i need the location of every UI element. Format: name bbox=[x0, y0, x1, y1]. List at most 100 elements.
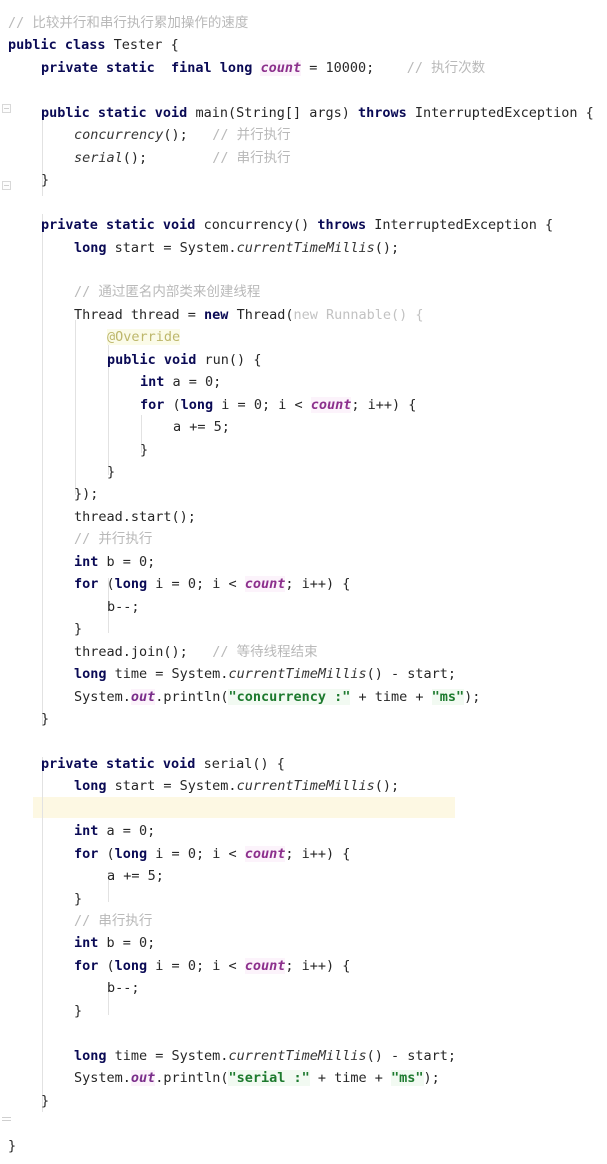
code-line[interactable]: long time = System.currentTimeMillis() -… bbox=[0, 1045, 456, 1067]
code-token-plain: ; bbox=[147, 935, 156, 952]
code-surface[interactable]: // 比较并行和串行执行累加操作的速度 public class Tester {… bbox=[0, 0, 607, 1164]
code-token-kw: private static void bbox=[41, 755, 204, 772]
code-token-kw: long bbox=[114, 576, 156, 593]
code-token-mth: serial bbox=[74, 149, 123, 166]
code-line[interactable] bbox=[0, 259, 8, 281]
code-token-fld: count bbox=[310, 396, 352, 413]
code-token-plain: concurrency() bbox=[203, 217, 318, 234]
code-line[interactable]: b--; bbox=[0, 977, 140, 999]
code-token-ann: @Override bbox=[107, 329, 181, 346]
code-line[interactable]: int a = 0; bbox=[0, 371, 221, 393]
code-token-plain: } bbox=[74, 1002, 83, 1019]
code-line[interactable]: System.out.println("serial :" + time + "… bbox=[0, 1067, 440, 1089]
code-token-num: 0 bbox=[139, 553, 148, 570]
code-token-plain: a = bbox=[172, 374, 206, 391]
code-line[interactable]: public void run() { bbox=[0, 349, 261, 371]
code-token-plain: ; i < bbox=[195, 845, 245, 862]
code-line[interactable]: public static void main(String[] args) t… bbox=[0, 102, 594, 124]
code-token-kw: throws bbox=[317, 217, 375, 234]
code-line[interactable]: long start = System.currentTimeMillis(); bbox=[0, 775, 399, 797]
code-token-plain: i = bbox=[155, 576, 188, 593]
code-token-plain: ; bbox=[366, 59, 407, 76]
code-token-plain: } bbox=[8, 1137, 17, 1154]
code-line[interactable]: private static void concurrency() throws… bbox=[0, 214, 553, 236]
code-token-plain: ; bbox=[147, 823, 156, 840]
code-line[interactable]: } bbox=[0, 618, 82, 640]
code-line[interactable]: } bbox=[0, 1090, 49, 1112]
code-line[interactable]: } bbox=[0, 1135, 16, 1157]
code-token-fld: count bbox=[260, 59, 302, 76]
code-token-plain: }); bbox=[74, 486, 99, 503]
code-token-kw: private static void bbox=[41, 217, 204, 234]
code-token-plain: a = bbox=[106, 823, 140, 840]
code-line[interactable] bbox=[0, 192, 8, 214]
code-token-cmt: // 串行执行 bbox=[212, 149, 291, 166]
code-line[interactable]: for (long i = 0; i < count; i++) { bbox=[0, 955, 350, 977]
code-line[interactable]: a += 5; bbox=[0, 416, 230, 438]
code-token-plain: (); bbox=[122, 149, 213, 166]
code-line[interactable]: private static void serial() { bbox=[0, 753, 285, 775]
code-token-plain: .println( bbox=[155, 688, 229, 705]
code-line[interactable]: } bbox=[0, 461, 115, 483]
code-line[interactable]: for (long i = 0; i < count; i++) { bbox=[0, 394, 416, 416]
code-token-plain: i = bbox=[155, 845, 188, 862]
code-line[interactable]: private static final long count = 10000;… bbox=[0, 57, 485, 79]
code-token-num: 0 bbox=[187, 576, 196, 593]
code-token-num: 0 bbox=[187, 957, 196, 974]
code-line[interactable]: long start = System.currentTimeMillis(); bbox=[0, 237, 399, 259]
code-token-plain: join bbox=[130, 643, 164, 660]
code-token-kw: for bbox=[74, 957, 107, 974]
code-token-plain: ; i < bbox=[195, 957, 245, 974]
code-line[interactable]: } bbox=[0, 169, 49, 191]
code-token-plain: } bbox=[74, 621, 83, 638]
code-line[interactable]: serial(); // 串行执行 bbox=[0, 147, 291, 169]
code-token-plain: = bbox=[301, 59, 326, 76]
code-token-plain: ; i++) { bbox=[285, 957, 351, 974]
code-line[interactable]: int b = 0; bbox=[0, 932, 155, 954]
code-token-plain: ); bbox=[464, 688, 481, 705]
code-line[interactable]: }); bbox=[0, 483, 98, 505]
code-line[interactable]: } bbox=[0, 439, 148, 461]
code-line[interactable]: // 串行执行 bbox=[0, 910, 152, 932]
code-line[interactable]: System.out.println("concurrency :" + tim… bbox=[0, 686, 480, 708]
current-line-highlight bbox=[33, 797, 455, 818]
code-token-kw: public void bbox=[107, 351, 205, 368]
code-line[interactable]: thread.start(); bbox=[0, 506, 196, 528]
code-line[interactable]: for (long i = 0; i < count; i++) { bbox=[0, 573, 350, 595]
code-line[interactable] bbox=[0, 730, 8, 752]
code-line[interactable]: // 比较并行和串行执行累加操作的速度 bbox=[0, 12, 248, 34]
code-line[interactable] bbox=[0, 798, 8, 820]
code-line[interactable]: for (long i = 0; i < count; i++) { bbox=[0, 843, 350, 865]
code-token-cmt: // 通过匿名内部类来创建线程 bbox=[74, 284, 261, 301]
code-line[interactable]: // 通过匿名内部类来创建线程 bbox=[0, 281, 260, 303]
code-token-plain: InterruptedException { bbox=[414, 104, 594, 121]
code-token-plain: () - start; bbox=[366, 1047, 457, 1064]
code-line[interactable]: long time = System.currentTimeMillis() -… bbox=[0, 663, 456, 685]
code-token-plain: ; bbox=[221, 419, 230, 436]
code-line[interactable]: // 并行执行 bbox=[0, 528, 152, 550]
code-token-plain: main bbox=[195, 104, 228, 121]
code-line[interactable] bbox=[0, 1022, 8, 1044]
code-line[interactable]: @Override bbox=[0, 326, 181, 348]
code-line[interactable]: Thread thread = new Thread(new Runnable(… bbox=[0, 304, 424, 326]
code-token-num: 0 bbox=[253, 396, 262, 413]
code-token-kw: long bbox=[74, 666, 115, 683]
code-line[interactable]: b--; bbox=[0, 596, 140, 618]
code-line[interactable]: int b = 0; bbox=[0, 551, 155, 573]
code-line[interactable]: concurrency(); // 并行执行 bbox=[0, 124, 291, 146]
code-token-plain: ); bbox=[423, 1070, 440, 1087]
code-line[interactable]: a += 5; bbox=[0, 865, 164, 887]
code-line[interactable]: int a = 0; bbox=[0, 820, 155, 842]
code-line[interactable] bbox=[0, 1112, 8, 1134]
code-line[interactable]: } bbox=[0, 708, 49, 730]
code-line[interactable] bbox=[0, 79, 8, 101]
code-editor[interactable]: // 比较并行和串行执行累加操作的速度 public class Tester {… bbox=[0, 0, 607, 1164]
code-token-plain: InterruptedException { bbox=[374, 217, 554, 234]
code-line[interactable]: } bbox=[0, 888, 82, 910]
code-token-stat: out bbox=[130, 688, 156, 705]
code-line[interactable]: } bbox=[0, 1000, 82, 1022]
code-line[interactable]: public class Tester { bbox=[0, 34, 179, 56]
code-line[interactable]: thread.join(); // 等待线程结束 bbox=[0, 641, 318, 663]
code-token-plain: ; i++) { bbox=[351, 396, 417, 413]
code-token-mth: currentTimeMillis bbox=[236, 778, 375, 795]
